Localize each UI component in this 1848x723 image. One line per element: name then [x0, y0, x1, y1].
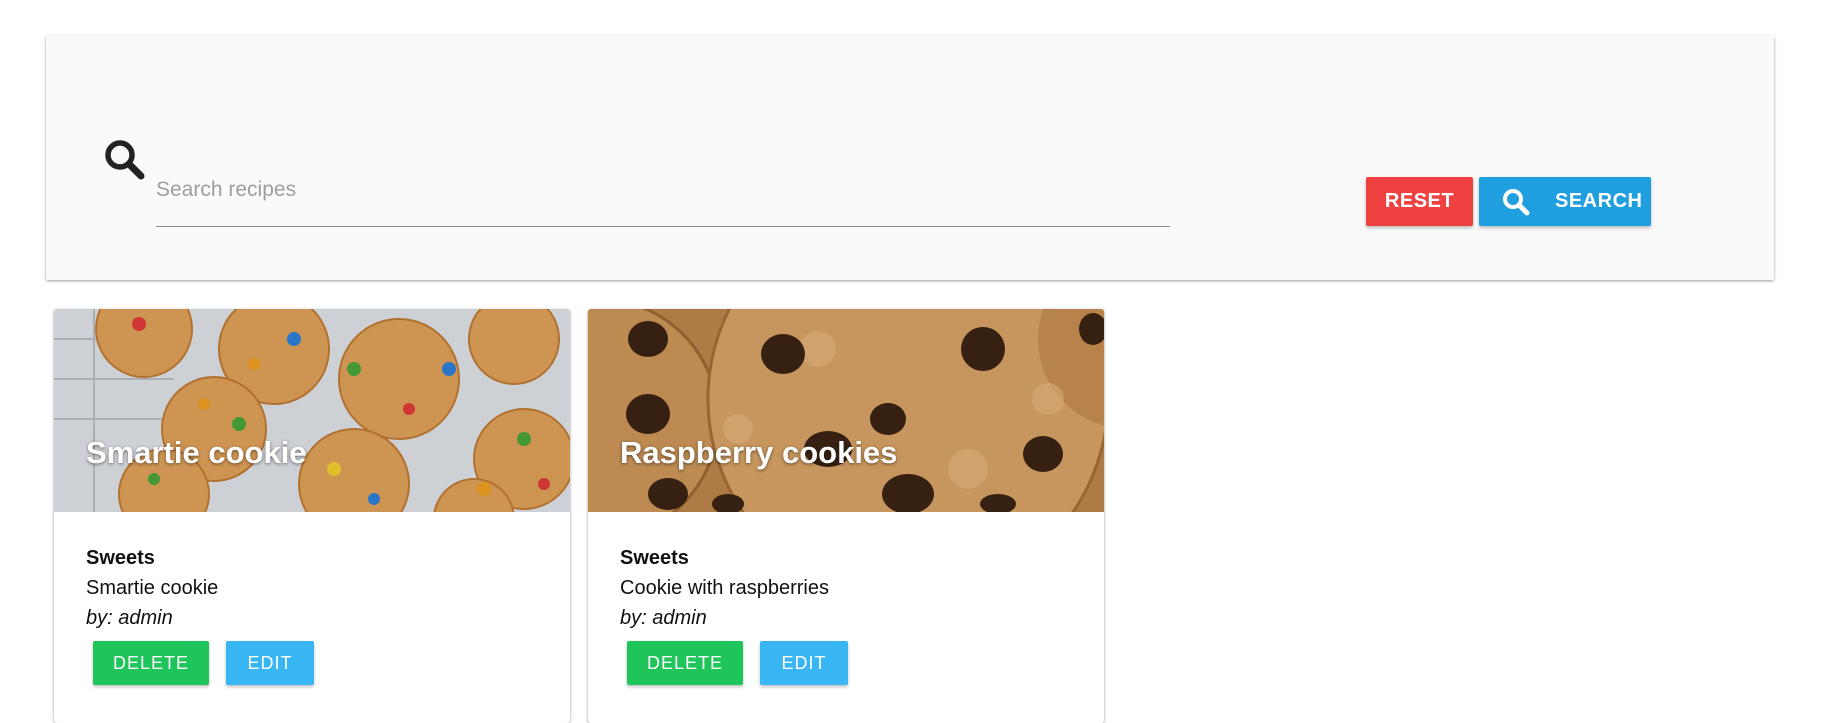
- search-panel: RESET SEARCH: [46, 36, 1774, 280]
- search-input[interactable]: [156, 162, 1170, 218]
- recipe-description: Smartie cookie: [86, 577, 219, 599]
- recipe-author: by: admin: [620, 607, 707, 629]
- delete-button[interactable]: DELETE: [93, 641, 209, 685]
- recipe-title: Smartie cookie: [86, 435, 307, 470]
- search-field[interactable]: [156, 162, 1170, 227]
- delete-button-label: DELETE: [646, 652, 724, 673]
- search-icon: [1503, 188, 1530, 215]
- recipe-title: Raspberry cookies: [620, 435, 898, 470]
- chocolate-chip-cookie-photo: [588, 309, 1104, 512]
- edit-button[interactable]: EDIT: [760, 641, 848, 685]
- smartie-cookie-photo: [54, 309, 570, 512]
- reset-button-label: RESET: [1384, 190, 1455, 212]
- recipe-description: Cookie with raspberries: [620, 577, 829, 599]
- recipe-author: by: admin: [86, 607, 173, 629]
- recipe-category: Sweets: [86, 547, 155, 569]
- delete-button-label: DELETE: [112, 652, 190, 673]
- recipe-card: Smartie cookie Sweets Smartie cookie by:…: [54, 309, 570, 723]
- delete-button[interactable]: DELETE: [627, 641, 743, 685]
- reset-button[interactable]: RESET: [1366, 177, 1473, 226]
- edit-button-label: EDIT: [781, 652, 827, 673]
- search-icon: [105, 140, 145, 180]
- search-button-label: SEARCH: [1555, 190, 1643, 212]
- edit-button-label: EDIT: [247, 652, 293, 673]
- search-button[interactable]: SEARCH: [1479, 177, 1651, 226]
- recipe-image: Smartie cookie: [54, 309, 570, 512]
- recipe-image: Raspberry cookies: [588, 309, 1104, 512]
- edit-button[interactable]: EDIT: [226, 641, 314, 685]
- recipe-category: Sweets: [620, 547, 689, 569]
- recipe-card: Raspberry cookies Sweets Cookie with ras…: [588, 309, 1104, 723]
